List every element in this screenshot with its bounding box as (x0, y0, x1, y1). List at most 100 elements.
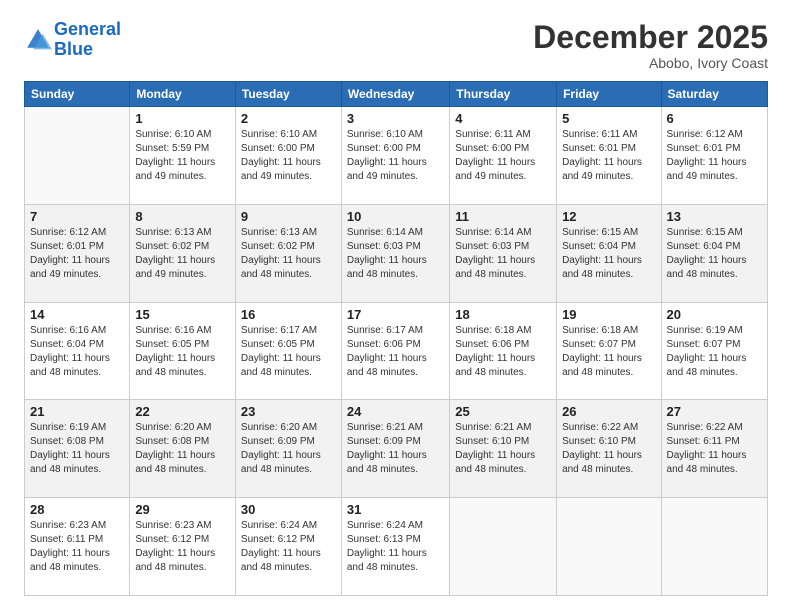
calendar-week-4: 21Sunrise: 6:19 AM Sunset: 6:08 PM Dayli… (25, 400, 768, 498)
logo-line2: Blue (54, 39, 93, 59)
calendar-cell: 21Sunrise: 6:19 AM Sunset: 6:08 PM Dayli… (25, 400, 130, 498)
calendar-cell: 19Sunrise: 6:18 AM Sunset: 6:07 PM Dayli… (557, 302, 661, 400)
logo: General Blue (24, 20, 121, 60)
day-number: 31 (347, 502, 444, 517)
title-block: December 2025 Abobo, Ivory Coast (533, 20, 768, 71)
weekday-header-thursday: Thursday (450, 82, 557, 107)
day-info: Sunrise: 6:13 AM Sunset: 6:02 PM Dayligh… (135, 226, 230, 282)
day-number: 1 (135, 111, 230, 126)
day-number: 26 (562, 404, 655, 419)
page: General Blue December 2025 Abobo, Ivory … (0, 0, 792, 612)
day-number: 12 (562, 209, 655, 224)
day-info: Sunrise: 6:15 AM Sunset: 6:04 PM Dayligh… (667, 226, 762, 282)
day-number: 9 (241, 209, 336, 224)
day-number: 25 (455, 404, 551, 419)
calendar-cell: 26 Sunrise: 6:22 AM Sunset: 6:10 PM Dayli… (557, 400, 661, 498)
calendar-cell (557, 498, 661, 596)
header: General Blue December 2025 Abobo, Ivory … (24, 20, 768, 71)
day-number: 13 (667, 209, 762, 224)
day-number: 5 (562, 111, 655, 126)
day-info: Sunrise: 6:11 AM Sunset: 6:01 PM Dayligh… (562, 128, 655, 184)
calendar-cell: 7 Sunrise: 6:12 AM Sunset: 6:01 PM Daylig… (25, 204, 130, 302)
day-info: Sunrise: 6:24 AM Sunset: 6:13 PM Dayligh… (347, 519, 444, 575)
day-number: 11 (455, 209, 551, 224)
day-info: Sunrise: 6:15 AM Sunset: 6:04 PM Dayligh… (562, 226, 655, 282)
calendar-body: 1 Sunrise: 6:10 AM Sunset: 5:59 PM Daylig… (25, 107, 768, 596)
calendar-week-1: 1 Sunrise: 6:10 AM Sunset: 5:59 PM Daylig… (25, 107, 768, 205)
day-number: 6 (667, 111, 762, 126)
calendar-cell: 5 Sunrise: 6:11 AM Sunset: 6:01 PM Daylig… (557, 107, 661, 205)
calendar-cell: 27 Sunrise: 6:22 AM Sunset: 6:11 PM Dayli… (661, 400, 767, 498)
day-info: Sunrise: 6:23 AM Sunset: 6:12 PM Dayligh… (135, 519, 230, 575)
calendar-cell: 30 Sunrise: 6:24 AM Sunset: 6:12 PM Dayli… (235, 498, 341, 596)
day-info: Sunrise: 6:24 AM Sunset: 6:12 PM Dayligh… (241, 519, 336, 575)
day-info: Sunrise: 6:18 AM Sunset: 6:06 PM Dayligh… (455, 324, 551, 380)
day-number: 23 (241, 404, 336, 419)
calendar-cell: 3Sunrise: 6:10 AM Sunset: 6:00 PM Daylig… (341, 107, 449, 205)
day-info: Sunrise: 6:21 AM Sunset: 6:10 PM Dayligh… (455, 421, 551, 477)
calendar-cell: 15Sunrise: 6:16 AM Sunset: 6:05 PM Dayli… (130, 302, 236, 400)
weekday-header-friday: Friday (557, 82, 661, 107)
calendar-cell: 12 Sunrise: 6:15 AM Sunset: 6:04 PM Dayli… (557, 204, 661, 302)
day-info: Sunrise: 6:12 AM Sunset: 6:01 PM Dayligh… (30, 226, 124, 282)
calendar-cell: 22Sunrise: 6:20 AM Sunset: 6:08 PM Dayli… (130, 400, 236, 498)
day-info: Sunrise: 6:14 AM Sunset: 6:03 PM Dayligh… (455, 226, 551, 282)
weekday-header-monday: Monday (130, 82, 236, 107)
logo-text: General Blue (54, 20, 121, 60)
weekday-header-tuesday: Tuesday (235, 82, 341, 107)
weekday-header-sunday: Sunday (25, 82, 130, 107)
day-number: 28 (30, 502, 124, 517)
calendar-cell: 9 Sunrise: 6:13 AM Sunset: 6:02 PM Daylig… (235, 204, 341, 302)
calendar-week-5: 28 Sunrise: 6:23 AM Sunset: 6:11 PM Dayli… (25, 498, 768, 596)
logo-line1: General (54, 19, 121, 39)
calendar-cell: 11 Sunrise: 6:14 AM Sunset: 6:03 PM Dayli… (450, 204, 557, 302)
day-info: Sunrise: 6:17 AM Sunset: 6:06 PM Dayligh… (347, 324, 444, 380)
weekday-header-row: SundayMondayTuesdayWednesdayThursdayFrid… (25, 82, 768, 107)
day-number: 27 (667, 404, 762, 419)
calendar-cell: 28 Sunrise: 6:23 AM Sunset: 6:11 PM Dayli… (25, 498, 130, 596)
day-info: Sunrise: 6:22 AM Sunset: 6:11 PM Dayligh… (667, 421, 762, 477)
calendar-cell (25, 107, 130, 205)
day-info: Sunrise: 6:10 AM Sunset: 5:59 PM Dayligh… (135, 128, 230, 184)
day-number: 30 (241, 502, 336, 517)
month-title: December 2025 (533, 20, 768, 55)
calendar-cell: 24Sunrise: 6:21 AM Sunset: 6:09 PM Dayli… (341, 400, 449, 498)
day-info: Sunrise: 6:21 AM Sunset: 6:09 PM Dayligh… (347, 421, 444, 477)
calendar-cell: 18 Sunrise: 6:18 AM Sunset: 6:06 PM Dayli… (450, 302, 557, 400)
day-number: 18 (455, 307, 551, 322)
day-info: Sunrise: 6:20 AM Sunset: 6:09 PM Dayligh… (241, 421, 336, 477)
calendar-cell (450, 498, 557, 596)
weekday-header-saturday: Saturday (661, 82, 767, 107)
calendar-cell: 25 Sunrise: 6:21 AM Sunset: 6:10 PM Dayli… (450, 400, 557, 498)
calendar-cell: 16Sunrise: 6:17 AM Sunset: 6:05 PM Dayli… (235, 302, 341, 400)
day-number: 7 (30, 209, 124, 224)
calendar-cell: 1 Sunrise: 6:10 AM Sunset: 5:59 PM Daylig… (130, 107, 236, 205)
calendar-cell: 20Sunrise: 6:19 AM Sunset: 6:07 PM Dayli… (661, 302, 767, 400)
day-number: 17 (347, 307, 444, 322)
day-number: 14 (30, 307, 124, 322)
day-info: Sunrise: 6:14 AM Sunset: 6:03 PM Dayligh… (347, 226, 444, 282)
day-number: 8 (135, 209, 230, 224)
calendar-week-2: 7 Sunrise: 6:12 AM Sunset: 6:01 PM Daylig… (25, 204, 768, 302)
day-info: Sunrise: 6:23 AM Sunset: 6:11 PM Dayligh… (30, 519, 124, 575)
day-number: 29 (135, 502, 230, 517)
calendar-cell: 6 Sunrise: 6:12 AM Sunset: 6:01 PM Daylig… (661, 107, 767, 205)
calendar-cell: 8 Sunrise: 6:13 AM Sunset: 6:02 PM Daylig… (130, 204, 236, 302)
day-number: 2 (241, 111, 336, 126)
day-info: Sunrise: 6:22 AM Sunset: 6:10 PM Dayligh… (562, 421, 655, 477)
day-number: 10 (347, 209, 444, 224)
calendar-cell: 14Sunrise: 6:16 AM Sunset: 6:04 PM Dayli… (25, 302, 130, 400)
day-info: Sunrise: 6:20 AM Sunset: 6:08 PM Dayligh… (135, 421, 230, 477)
day-info: Sunrise: 6:17 AM Sunset: 6:05 PM Dayligh… (241, 324, 336, 380)
day-info: Sunrise: 6:19 AM Sunset: 6:07 PM Dayligh… (667, 324, 762, 380)
day-number: 21 (30, 404, 124, 419)
day-number: 15 (135, 307, 230, 322)
day-info: Sunrise: 6:11 AM Sunset: 6:00 PM Dayligh… (455, 128, 551, 184)
day-info: Sunrise: 6:12 AM Sunset: 6:01 PM Dayligh… (667, 128, 762, 184)
calendar-cell (661, 498, 767, 596)
day-info: Sunrise: 6:13 AM Sunset: 6:02 PM Dayligh… (241, 226, 336, 282)
calendar-week-3: 14Sunrise: 6:16 AM Sunset: 6:04 PM Dayli… (25, 302, 768, 400)
day-number: 4 (455, 111, 551, 126)
day-number: 3 (347, 111, 444, 126)
weekday-header-wednesday: Wednesday (341, 82, 449, 107)
